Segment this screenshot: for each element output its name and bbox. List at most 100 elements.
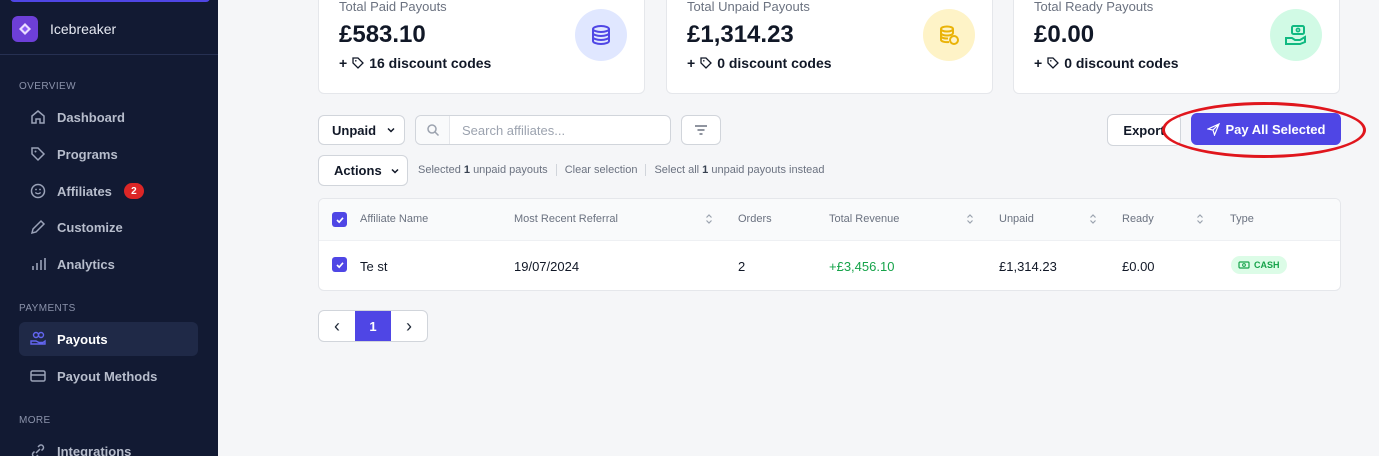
recent-referral-cell: 19/07/2024 bbox=[514, 259, 580, 274]
select-all-prefix: Select all bbox=[654, 164, 700, 176]
sidebar-item-label: Programs bbox=[57, 146, 118, 162]
checkmark-icon bbox=[335, 216, 344, 223]
search-input[interactable] bbox=[450, 122, 660, 138]
sidebar-item-label: Analytics bbox=[57, 256, 115, 272]
card-total-paid: Total Paid Payouts £583.10 + 16 discount… bbox=[318, 0, 645, 94]
affiliates-count-badge: 2 bbox=[123, 183, 144, 199]
sidebar-item-label: Customize bbox=[57, 219, 123, 235]
sidebar-item-customize[interactable]: Customize bbox=[19, 210, 198, 244]
separator bbox=[555, 164, 557, 176]
clear-selection-link[interactable]: Clear selection bbox=[565, 164, 638, 176]
sidebar-item-integrations[interactable]: Integrations bbox=[19, 434, 198, 456]
discount-codes-text: 0 discount codes bbox=[717, 55, 832, 71]
column-header-recent-referral[interactable]: Most Recent Referral bbox=[514, 213, 618, 225]
pay-all-selected-label: Pay All Selected bbox=[1225, 121, 1326, 137]
sidebar-item-label: Integrations bbox=[57, 443, 132, 456]
sidebar-item-label: Affiliates bbox=[57, 183, 112, 199]
column-header-affiliate-name[interactable]: Affiliate Name bbox=[360, 213, 428, 225]
section-title-overview: OVERVIEW bbox=[19, 81, 76, 92]
selected-prefix: Selected bbox=[418, 164, 461, 176]
sidebar-top-strip bbox=[10, 0, 210, 2]
column-header-type[interactable]: Type bbox=[1230, 213, 1254, 225]
select-all-link[interactable]: Select all 1 unpaid payouts instead bbox=[654, 164, 824, 176]
tag-icon bbox=[31, 147, 46, 162]
status-filter-select[interactable]: Unpaid bbox=[318, 115, 405, 145]
select-all-suffix: unpaid payouts instead bbox=[711, 164, 825, 176]
column-header-orders[interactable]: Orders bbox=[738, 213, 772, 225]
checkmark-icon bbox=[335, 261, 344, 268]
unpaid-cell: £1,314.23 bbox=[999, 259, 1057, 274]
page-button-current[interactable]: 1 bbox=[355, 311, 391, 341]
filter-button[interactable] bbox=[681, 115, 721, 145]
row-checkbox[interactable] bbox=[332, 257, 347, 272]
sidebar-item-programs[interactable]: Programs bbox=[19, 137, 198, 171]
column-header-total-revenue[interactable]: Total Revenue bbox=[829, 213, 899, 225]
section-title-more: MORE bbox=[19, 415, 51, 426]
sidebar-item-dashboard[interactable]: Dashboard bbox=[19, 100, 198, 134]
sidebar-item-label: Dashboard bbox=[57, 109, 125, 125]
payout-type-badge: CASH bbox=[1231, 256, 1287, 274]
hand-coins-icon bbox=[30, 331, 46, 345]
card-value: £1,314.23 bbox=[687, 21, 794, 48]
sort-icon[interactable] bbox=[1089, 213, 1097, 225]
select-all-checkbox[interactable] bbox=[332, 212, 347, 227]
search-box bbox=[415, 115, 671, 145]
brand-divider bbox=[0, 54, 218, 55]
coins-stack-icon bbox=[575, 9, 627, 61]
section-title-payments: PAYMENTS bbox=[19, 303, 76, 314]
bar-chart-icon bbox=[32, 258, 46, 270]
affiliate-name-cell[interactable]: Te st bbox=[360, 259, 387, 274]
actions-dropdown[interactable]: Actions bbox=[318, 155, 408, 186]
link-icon bbox=[31, 444, 45, 456]
chevron-down-icon bbox=[391, 168, 399, 174]
discount-codes-text: 0 discount codes bbox=[1064, 55, 1179, 71]
card-discount-codes[interactable]: + 16 discount codes bbox=[339, 55, 491, 71]
sidebar-item-payout-methods[interactable]: Payout Methods bbox=[19, 359, 198, 393]
total-revenue-cell: +£3,456.10 bbox=[829, 259, 895, 274]
selection-bar: Selected 1 unpaid payouts Clear selectio… bbox=[418, 164, 825, 176]
card-label: Total Paid Payouts bbox=[339, 0, 447, 14]
separator bbox=[645, 164, 647, 176]
brand[interactable]: Icebreaker bbox=[12, 16, 116, 42]
sidebar-item-payouts[interactable]: Payouts bbox=[19, 322, 198, 356]
plus-sign: + bbox=[687, 55, 696, 71]
pen-icon bbox=[30, 219, 46, 235]
card-label: Total Unpaid Payouts bbox=[687, 0, 810, 14]
credit-card-icon bbox=[30, 370, 46, 382]
prev-page-button[interactable]: ‹ bbox=[319, 311, 355, 341]
table-header: Affiliate Name Most Recent Referral Orde… bbox=[319, 199, 1340, 241]
brand-name: Icebreaker bbox=[50, 21, 117, 37]
next-page-button[interactable]: › bbox=[391, 311, 427, 341]
plus-sign: + bbox=[1034, 55, 1043, 71]
export-label: Export bbox=[1123, 122, 1165, 138]
card-label: Total Ready Payouts bbox=[1034, 0, 1154, 14]
plus-sign: + bbox=[339, 55, 348, 71]
payout-type-label: CASH bbox=[1254, 260, 1280, 270]
export-button[interactable]: Export bbox=[1107, 114, 1181, 146]
selected-count-text: Selected 1 unpaid payouts bbox=[418, 164, 548, 176]
card-discount-codes[interactable]: + 0 discount codes bbox=[687, 55, 832, 71]
hand-money-icon bbox=[1270, 9, 1322, 61]
sidebar-item-label: Payouts bbox=[57, 331, 108, 347]
status-filter-value: Unpaid bbox=[332, 122, 377, 138]
sidebar-item-analytics[interactable]: Analytics bbox=[19, 247, 198, 281]
sort-icon[interactable] bbox=[966, 213, 974, 225]
card-discount-codes[interactable]: + 0 discount codes bbox=[1034, 55, 1179, 71]
column-header-ready[interactable]: Ready bbox=[1122, 213, 1154, 225]
payouts-table: Affiliate Name Most Recent Referral Orde… bbox=[318, 198, 1341, 291]
pay-all-selected-button[interactable]: Pay All Selected bbox=[1191, 113, 1341, 145]
coins-clock-icon bbox=[923, 9, 975, 61]
sort-icon[interactable] bbox=[705, 213, 713, 225]
tag-icon bbox=[1047, 57, 1060, 69]
tag-icon bbox=[700, 57, 713, 69]
select-all-count: 1 bbox=[702, 164, 709, 176]
column-header-unpaid[interactable]: Unpaid bbox=[999, 213, 1034, 225]
card-total-unpaid: Total Unpaid Payouts £1,314.23 + 0 disco… bbox=[666, 0, 993, 94]
filter-lines-icon bbox=[695, 125, 707, 135]
sidebar-item-affiliates[interactable]: Affiliates 2 bbox=[19, 174, 198, 208]
card-value: £583.10 bbox=[339, 21, 426, 48]
chevron-right-icon: › bbox=[406, 315, 412, 336]
sort-icon[interactable] bbox=[1196, 213, 1204, 225]
actions-label: Actions bbox=[334, 163, 382, 178]
card-total-ready: Total Ready Payouts £0.00 + 0 discount c… bbox=[1013, 0, 1340, 94]
